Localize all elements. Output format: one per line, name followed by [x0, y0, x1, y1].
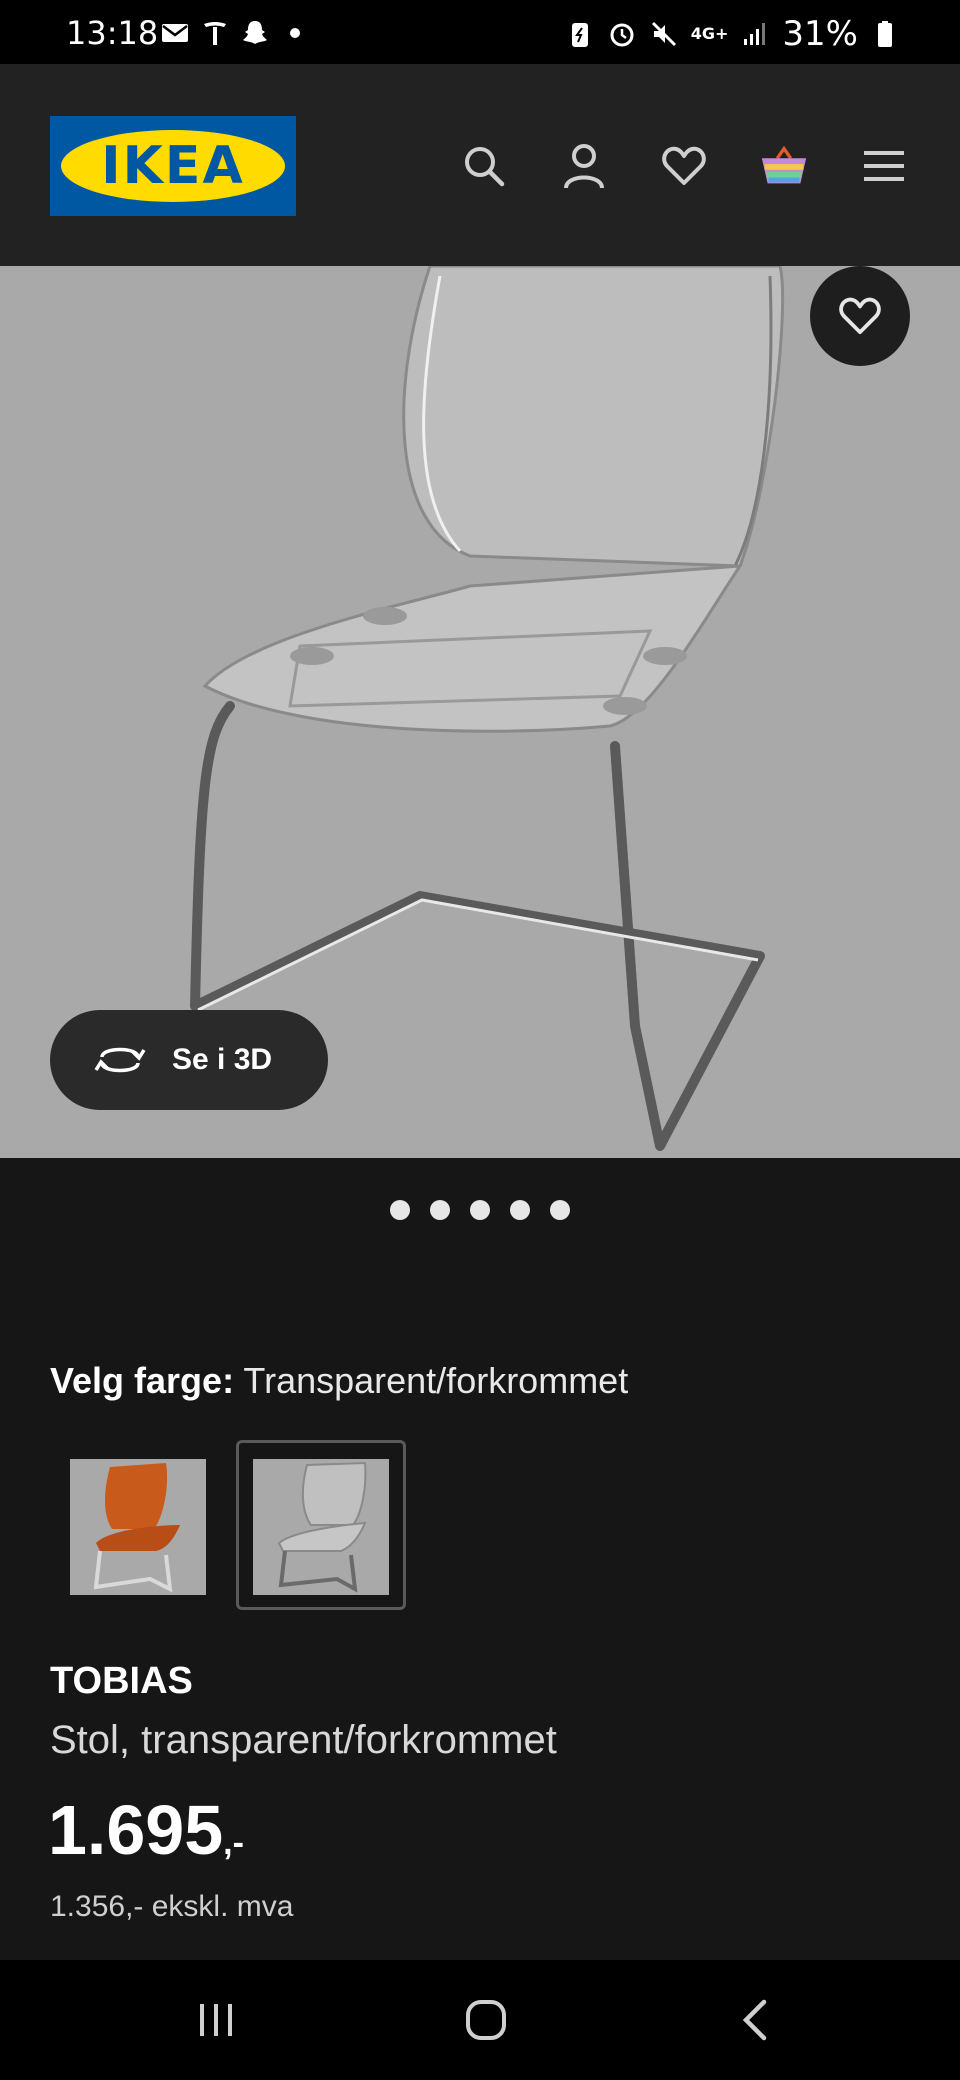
- status-bar: 13:18 4G+ 31%: [0, 0, 960, 64]
- carousel-dot[interactable]: [470, 1200, 490, 1220]
- image-carousel-indicators: [0, 1200, 960, 1220]
- dot-icon: [290, 28, 300, 38]
- mail-icon: [162, 24, 188, 42]
- tesla-icon: [204, 22, 226, 45]
- view-3d-button[interactable]: Se i 3D: [50, 1010, 328, 1110]
- back-icon: [742, 1999, 767, 2041]
- battery-saver-icon: [571, 23, 588, 47]
- carousel-dot[interactable]: [390, 1200, 410, 1220]
- battery-percent: 31%: [782, 14, 858, 54]
- battery-icon: [878, 21, 892, 47]
- carousel-dot[interactable]: [430, 1200, 450, 1220]
- header-actions: [458, 140, 910, 192]
- home-icon: [466, 2000, 506, 2040]
- cart-icon[interactable]: [758, 140, 810, 192]
- system-navigation-bar: [0, 1960, 960, 2080]
- account-icon[interactable]: [558, 140, 610, 192]
- price-value: 1.695: [48, 1791, 224, 1869]
- mute-icon: [651, 21, 676, 47]
- price-suffix: ,-: [223, 1824, 244, 1862]
- snapchat-icon: [243, 21, 267, 44]
- site-header: IKEA: [0, 64, 960, 266]
- product-description: Stol, transparent/forkrommet: [50, 1718, 557, 1762]
- logo-text: IKEA: [101, 136, 245, 196]
- price-ex-vat: 1.356,- ekskl. mva: [50, 1890, 294, 1923]
- add-to-favorites-button[interactable]: [810, 266, 910, 366]
- favorites-icon[interactable]: [658, 140, 710, 192]
- color-selected-value: Transparent/forkrommet: [243, 1360, 629, 1401]
- view-3d-label: Se i 3D: [172, 1043, 273, 1076]
- ikea-logo[interactable]: IKEA: [50, 116, 296, 216]
- transparent-chair-thumbnail: [277, 1461, 367, 1593]
- color-swatch-orange[interactable]: [70, 1459, 206, 1595]
- status-notification-icons: [160, 18, 310, 48]
- product-name: TOBIAS: [50, 1660, 193, 1702]
- status-system-icons: 4G+ 31%: [565, 14, 900, 54]
- menu-icon[interactable]: [858, 140, 910, 192]
- heart-icon: [839, 297, 881, 335]
- recent-apps-button[interactable]: [186, 1990, 246, 2050]
- carousel-dot[interactable]: [510, 1200, 530, 1220]
- product-price: 1.695 ,-: [48, 1790, 244, 1870]
- product-image[interactable]: Se i 3D: [0, 266, 960, 1158]
- rotate-3d-icon: [94, 1047, 146, 1073]
- color-label-title: Velg farge:: [50, 1360, 235, 1401]
- signal-icon: [744, 23, 766, 45]
- home-button[interactable]: [456, 1990, 516, 2050]
- back-button[interactable]: [726, 1990, 786, 2050]
- alarm-icon: [610, 23, 634, 47]
- search-icon[interactable]: [458, 140, 510, 192]
- orange-chair-thumbnail: [93, 1463, 180, 1593]
- color-selection-label: Velg farge: Transparent/forkrommet: [50, 1360, 628, 1402]
- carousel-dot[interactable]: [550, 1200, 570, 1220]
- status-time: 13:18: [66, 14, 159, 52]
- recent-apps-icon: [200, 2004, 232, 2036]
- color-swatch-transparent[interactable]: [253, 1459, 389, 1595]
- network-type: 4G+: [690, 24, 729, 43]
